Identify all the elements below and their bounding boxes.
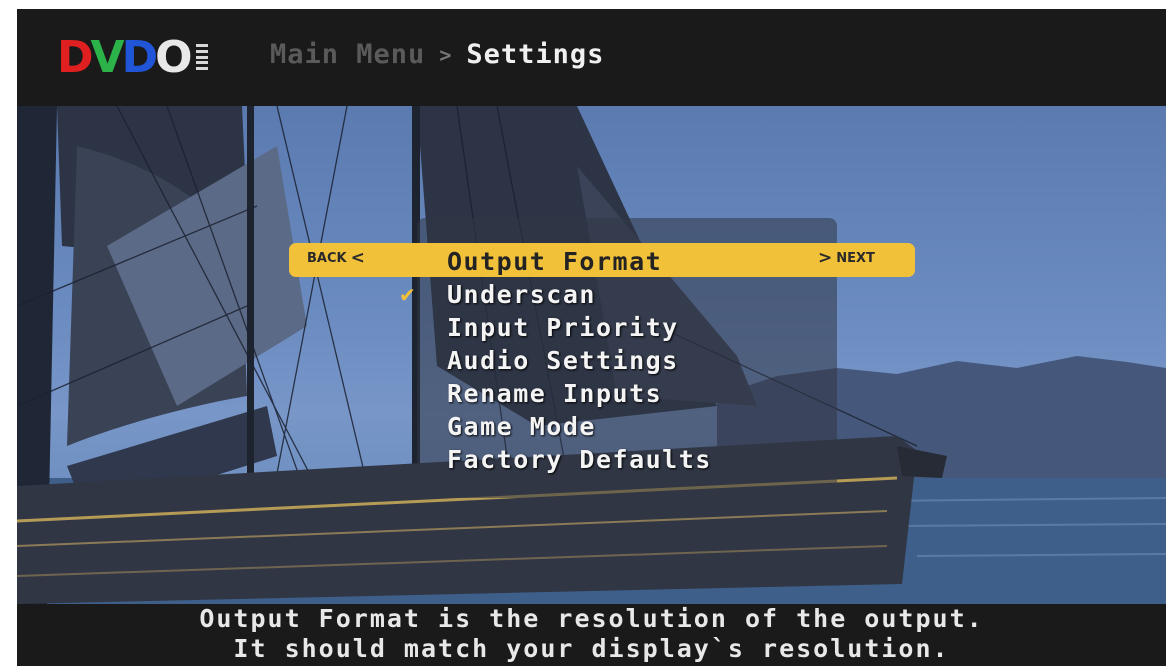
back-button[interactable]: BACK < [307,248,365,268]
header-bar: D V D O Main Menu > Settings [17,9,1166,106]
help-text-footer: Output Format is the resolution of the o… [17,604,1166,666]
next-button[interactable]: > NEXT [818,248,875,268]
next-arrow-icon: > [818,248,833,268]
help-text-line-1: Output Format is the resolution of the o… [199,604,984,633]
menu-item-audio-settings[interactable]: Audio Settings [447,344,712,377]
checkmark-icon: ✔ [399,283,416,307]
tv-screen: D V D O Main Menu > Settings BACK < > NE… [17,9,1166,666]
menu-item-rename-inputs[interactable]: Rename Inputs [447,377,712,410]
breadcrumb: Main Menu > Settings [270,39,604,70]
background-video-scene: BACK < > NEXT ✔ Output Format Underscan … [17,106,1166,604]
help-text-line-2: It should match your display`s resolutio… [233,634,950,663]
breadcrumb-separator: > [439,42,453,67]
logo-letter-v: V [90,31,125,83]
menu-item-input-priority[interactable]: Input Priority [447,311,712,344]
menu-item-factory-defaults[interactable]: Factory Defaults [447,443,712,476]
breadcrumb-main-menu[interactable]: Main Menu [270,39,425,70]
back-arrow-icon: < [350,248,365,268]
breadcrumb-current: Settings [466,39,605,70]
dvdo-logo: D V D O [57,32,208,83]
settings-menu-list: Output Format Underscan Input Priority A… [447,245,712,476]
logo-letter-o: O [155,31,192,83]
menu-item-output-format[interactable]: Output Format [447,245,712,278]
logo-letter-d: D [57,31,93,83]
logo-letter-d2: D [121,31,158,83]
back-label: BACK [307,251,347,266]
logo-mark-icon [195,44,208,70]
menu-item-underscan[interactable]: Underscan [447,278,712,311]
next-label: NEXT [836,251,875,266]
menu-item-game-mode[interactable]: Game Mode [447,410,712,443]
